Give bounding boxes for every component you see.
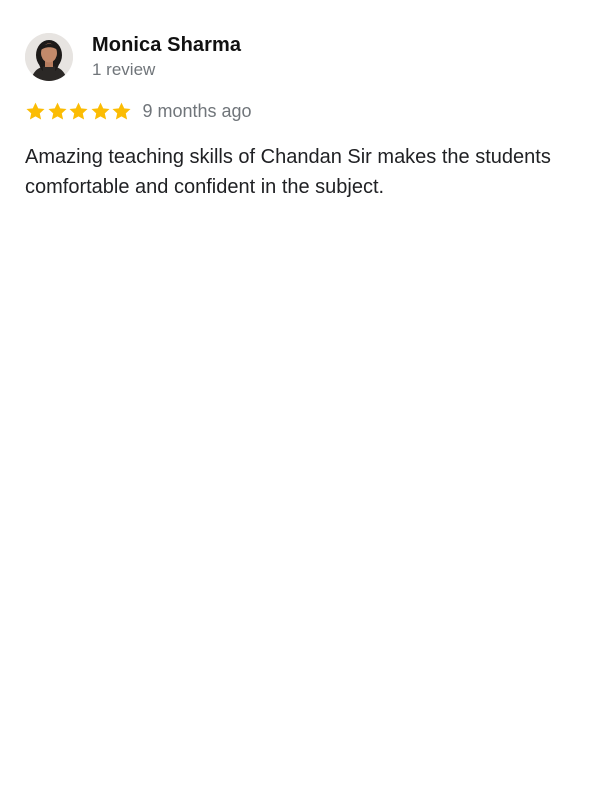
star-icon	[111, 101, 132, 122]
avatar[interactable]	[25, 33, 73, 81]
review-time: 9 months ago	[142, 101, 252, 121]
author-review-count[interactable]: 1 review	[92, 59, 241, 81]
review-text: Amazing teaching skills of Chandan Sir m…	[25, 146, 551, 198]
star-icon	[47, 101, 68, 122]
author-name[interactable]: Monica Sharma	[92, 33, 241, 57]
star-icon	[90, 101, 111, 122]
avatar-photo-icon	[25, 33, 73, 81]
star-icon	[68, 101, 89, 122]
star-icon	[25, 101, 46, 122]
rating-row: 9 months ago	[25, 99, 252, 123]
review-card: Monica Sharma 1 review 9 months ago Amaz…	[0, 0, 600, 800]
star-rating	[25, 101, 133, 122]
review-header: Monica Sharma 1 review	[25, 33, 241, 81]
author-meta: Monica Sharma 1 review	[92, 33, 241, 81]
